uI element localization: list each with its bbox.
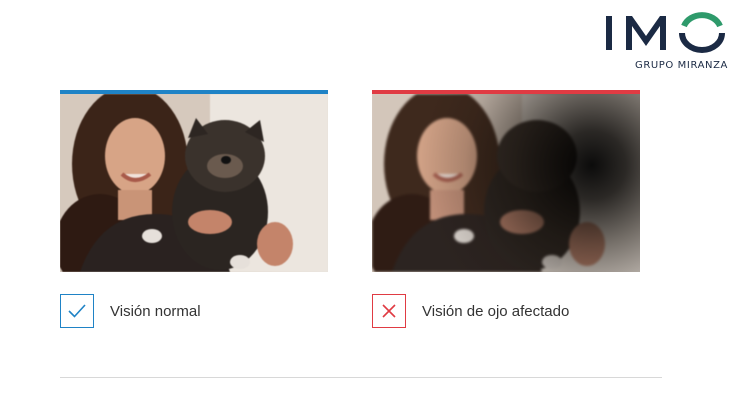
logo-subtitle: GRUPO MIRANZA [634,60,728,71]
woman-holding-puppy-image [60,94,328,272]
close-icon [372,294,406,328]
normal-vision-photo [60,94,328,272]
affected-vision-card [372,90,640,272]
normal-vision-caption: Visión normal [60,292,201,330]
divider [60,377,662,378]
vision-loss-shadow [372,94,640,272]
check-icon [60,294,94,328]
normal-vision-label: Visión normal [110,302,201,320]
normal-vision-card [60,90,328,272]
affected-vision-caption: Visión de ojo afectado [372,292,569,330]
imo-logo: GRUPO MIRANZA [604,8,728,72]
affected-vision-label: Visión de ojo afectado [422,302,570,320]
imo-logo-mark [606,12,725,53]
affected-vision-photo [372,94,640,272]
